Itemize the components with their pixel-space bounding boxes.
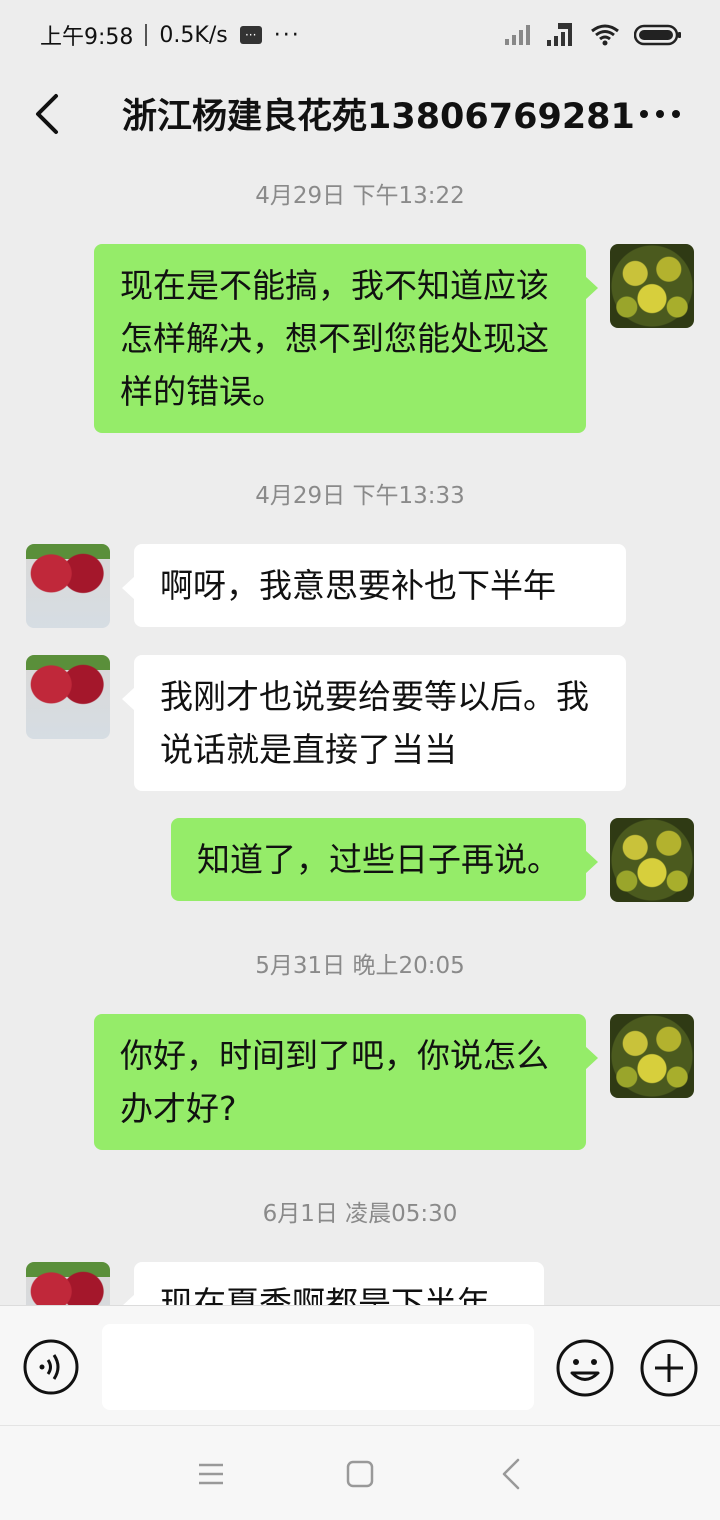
more-dots-icon[interactable]: [638, 94, 682, 134]
message-bubble-sent[interactable]: 现在是不能搞，我不知道应该 怎样解决，想不到您能处现这 样的错误。: [94, 244, 598, 433]
network-speed: 0.5K/s: [159, 22, 228, 48]
message-line: 现在是不能搞，我不知道应该: [120, 266, 549, 305]
status-separator: [145, 24, 148, 46]
message-bubble-received[interactable]: 现在夏季啊都是下半年: [122, 1262, 544, 1305]
timestamp: 5月31日 晚上20:05: [255, 953, 465, 979]
message-line: 啊呀，我意思要补也下半年: [160, 566, 556, 605]
voice-icon[interactable]: [22, 1338, 80, 1396]
message-line: 办才好?: [120, 1089, 237, 1128]
system-nav-bar: [0, 1425, 720, 1520]
message-line: 说话就是直接了当当: [160, 730, 457, 769]
status-bar: 上午9:58 0.5K/s ··· ···: [0, 0, 720, 70]
message-line: 怎样解决，想不到您能处现这: [120, 319, 549, 358]
message-bubble-sent[interactable]: 你好，时间到了吧，你说怎么 办才好?: [94, 1014, 598, 1150]
message-line: 样的错误。: [120, 372, 285, 411]
message-notification-icon: ···: [239, 26, 262, 44]
wifi-icon: [591, 24, 619, 46]
plus-icon[interactable]: [639, 1338, 699, 1398]
back-icon[interactable]: [500, 1458, 522, 1490]
message-input[interactable]: [102, 1324, 534, 1410]
message-bubble-sent[interactable]: 知道了，过些日子再说。: [171, 818, 598, 901]
menu-icon[interactable]: [198, 1462, 224, 1486]
contact-avatar[interactable]: [26, 1262, 110, 1305]
timestamp: 4月29日 下午13:22: [255, 183, 465, 209]
signal-icon: [505, 25, 530, 45]
chat-title: 浙江杨建良花苑13806769281: [122, 97, 635, 137]
contact-avatar[interactable]: [26, 655, 110, 739]
battery-icon: [634, 24, 681, 46]
timestamp: 6月1日 凌晨05:30: [262, 1201, 458, 1227]
message-line: 我刚才也说要给要等以后。我: [160, 677, 589, 716]
chevron-left-icon[interactable]: [28, 90, 68, 138]
my-avatar[interactable]: [610, 818, 694, 902]
contact-avatar[interactable]: [26, 544, 110, 628]
message-list[interactable]: 4月29日 下午13:22 现在是不能搞，我不知道应该 怎样解决，想不到您能处现…: [0, 160, 720, 1305]
message-line: 知道了，过些日子再说。: [197, 840, 560, 879]
my-avatar[interactable]: [610, 244, 694, 328]
status-more-dots: ···: [273, 22, 301, 48]
signal-hd-icon: [547, 23, 572, 46]
chat-header: 浙江杨建良花苑13806769281: [0, 70, 720, 160]
message-bubble-received[interactable]: 我刚才也说要给要等以后。我 说话就是直接了当当: [122, 655, 626, 791]
my-avatar[interactable]: [610, 1014, 694, 1098]
message-line: 现在夏季啊都是下半年: [160, 1284, 490, 1305]
message-bubble-received[interactable]: 啊呀，我意思要补也下半年: [122, 544, 626, 627]
emoji-icon[interactable]: [555, 1338, 615, 1398]
status-time: 上午9:58: [40, 25, 134, 50]
home-icon[interactable]: [346, 1460, 374, 1488]
message-line: 你好，时间到了吧，你说怎么: [120, 1036, 549, 1075]
input-bar: [0, 1305, 720, 1425]
timestamp: 4月29日 下午13:33: [255, 483, 465, 509]
